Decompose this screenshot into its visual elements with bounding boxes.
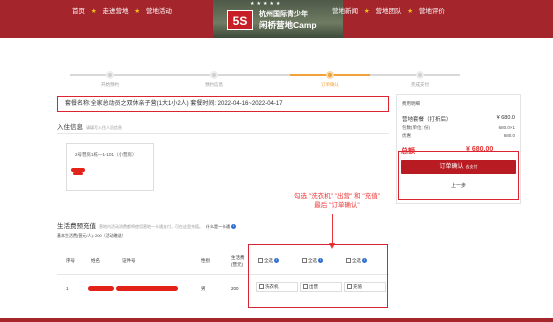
logo-title-line2: 闲桥营地Camp xyxy=(259,20,317,30)
guest-section-title: 入住信息 请填写入住人员信息 xyxy=(57,121,122,131)
step-label: 预约信息 xyxy=(205,82,223,87)
step-label: 开始预约 xyxy=(101,82,119,87)
step-dot-active xyxy=(326,71,334,79)
nav-home[interactable]: 首页 xyxy=(72,8,85,15)
discount-value: 680.0 xyxy=(503,133,515,138)
step-label: 完成支付 xyxy=(411,82,429,87)
redaction-mark xyxy=(116,286,178,291)
redaction-mark xyxy=(73,172,83,175)
living-fee-title-row: 生活费预充值 营地内活动消费都将使用营地一卡通支付，可在这里充值。 什么是一卡通 i xyxy=(57,220,236,230)
star-icon: ★ xyxy=(363,8,370,15)
footer-bar xyxy=(0,318,553,322)
confirm-order-label: 订单确认 xyxy=(439,164,464,170)
order-info: 套餐名称:全家总动员之双休亲子营(1大1小2人) 套餐时间: 2022-04-1… xyxy=(57,96,389,112)
package-value: ¥ 680.0 xyxy=(496,115,515,121)
nav-left: 首页 ★ 走进营地 ★ 营地活动 xyxy=(72,5,172,15)
logo-stars: ★★★★★ xyxy=(250,1,283,7)
camp-logo[interactable]: ★★★★★ 5S 杭州国际青少年 闲桥营地Camp xyxy=(213,0,343,38)
col-fee: 生活费 (营元) xyxy=(231,255,245,267)
room-label: 2号营房1栋—1-101（小营房） xyxy=(75,152,137,157)
star-icon: ★ xyxy=(134,8,141,15)
top-nav-bar: 首页 ★ 走进营地 ★ 营地活动 ★★★★★ 5S 杭州国际青少年 闲桥营地Ca… xyxy=(0,0,553,38)
nav-news[interactable]: 营地新闻 xyxy=(332,8,358,15)
col-id: 证件号 xyxy=(122,258,136,263)
star-icon: ★ xyxy=(407,8,414,15)
step-line xyxy=(180,74,290,76)
unit-value: 680.0×1 xyxy=(498,125,515,130)
step-line xyxy=(370,74,460,76)
row-index: 1 xyxy=(66,286,69,291)
divider xyxy=(57,133,389,134)
living-fee-subtitle: 营地内活动消费都将使用营地一卡通支付，可在这里充值。 xyxy=(99,224,203,229)
progress-steps: 开始预约 预约信息 订单确认 完成支付 xyxy=(40,70,510,90)
confirm-order-sub: 去支付 xyxy=(465,164,478,169)
star-icon: ★ xyxy=(90,8,97,15)
confirm-highlight xyxy=(398,151,519,200)
col-gender: 性别 xyxy=(201,258,210,263)
annotation-line1: 勾选 "洗衣机" "出营" 和 "充值" xyxy=(293,193,381,200)
nav-right: 营地新闻 ★ 营地团队 ★ 营地评价 xyxy=(332,5,445,15)
room-card[interactable]: 2号营房1栋—1-101（小营房） xyxy=(66,143,154,191)
step-line xyxy=(70,74,180,76)
confirm-order-button[interactable]: 订单确认 去支付 xyxy=(401,160,516,174)
step-dot xyxy=(416,71,424,79)
living-fee-link[interactable]: 什么是一卡通 xyxy=(206,224,230,229)
nav-reviews[interactable]: 营地评价 xyxy=(419,8,445,15)
nav-activities[interactable]: 营地活动 xyxy=(146,8,172,15)
unit-label: 包数(单位: 份) xyxy=(402,125,430,130)
annotation-line2: 最后 "订单确认" xyxy=(314,202,360,209)
discount-label: 优惠 xyxy=(402,133,411,138)
logo-title-line1: 杭州国际青少年 xyxy=(259,11,308,18)
step-dot xyxy=(210,71,218,79)
logo-badge: 5S xyxy=(227,10,253,30)
nav-team[interactable]: 营地团队 xyxy=(375,8,401,15)
col-index: 序号 xyxy=(66,258,75,263)
base-living-fee: 基本生活费(营元/人): 200（活动赠送） xyxy=(57,233,126,238)
row-gender: 男 xyxy=(201,286,206,291)
step-dot xyxy=(106,71,114,79)
guest-subtitle: 请填写入住人员信息 xyxy=(86,125,122,130)
guest-title: 入住信息 xyxy=(57,124,83,131)
instruction-annotation: 勾选 "洗衣机" "出营" 和 "充值" 最后 "订单确认" xyxy=(262,192,412,210)
row-fee: 200 xyxy=(231,286,239,291)
arrow-line xyxy=(332,214,333,245)
sidebar-title: 费用明细 xyxy=(402,101,420,106)
nav-about[interactable]: 走进营地 xyxy=(102,8,128,15)
previous-step-button[interactable]: 上一步 xyxy=(401,180,516,192)
package-label: 营地套餐（打折后） xyxy=(402,117,452,123)
living-fee-title: 生活费预充值 xyxy=(57,223,96,230)
col-name: 姓名 xyxy=(91,258,100,263)
step-label-active: 订单确认 xyxy=(321,82,339,87)
selection-highlight xyxy=(248,244,388,308)
redaction-mark xyxy=(88,286,114,291)
info-icon[interactable]: i xyxy=(231,223,236,229)
